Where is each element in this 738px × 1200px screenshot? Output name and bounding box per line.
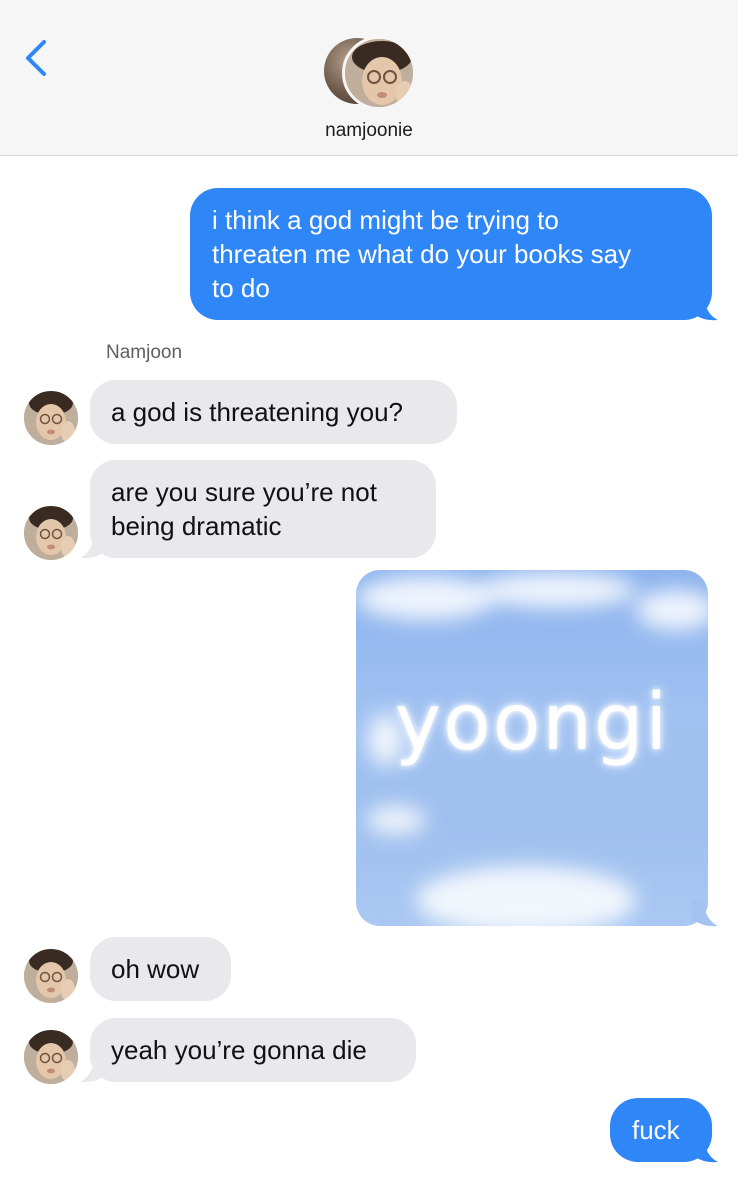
message-text-line: being dramatic <box>111 511 282 541</box>
bubble-tail <box>692 900 718 927</box>
received-message-bubble[interactable]: are you sure you’re not being dramatic <box>90 460 436 558</box>
bubble-tail <box>692 1136 718 1163</box>
message-text-line: to do <box>212 273 270 303</box>
message-text-line: are you sure you’re not <box>111 477 377 507</box>
conversation-header: namjoonie <box>0 0 738 156</box>
bubble-tail <box>80 1056 106 1083</box>
message-text: fuck <box>632 1115 680 1145</box>
avatar <box>24 391 78 445</box>
sent-message-bubble[interactable]: i think a god might be trying to threate… <box>190 188 712 320</box>
avatar <box>342 36 416 110</box>
avatar <box>24 1030 78 1084</box>
message-text: a god is threatening you? <box>111 397 403 427</box>
received-message-bubble[interactable]: a god is threatening you? <box>90 380 457 444</box>
message-text: yeah you’re gonna die <box>111 1035 367 1065</box>
contact-avatar-group[interactable] <box>324 36 416 110</box>
contact-name[interactable]: namjoonie <box>0 120 738 142</box>
image-cloud-text: yoongi <box>394 678 670 768</box>
sender-name-label: Namjoon <box>106 342 183 363</box>
received-message-bubble[interactable]: oh wow <box>90 937 231 1001</box>
message-text: oh wow <box>111 954 200 984</box>
back-button[interactable] <box>20 36 56 80</box>
avatar <box>24 949 78 1003</box>
bubble-tail <box>80 532 106 559</box>
bubble-tail <box>692 294 718 321</box>
chevron-left-icon <box>26 40 46 76</box>
message-text-line: threaten me what do your books say <box>212 239 632 269</box>
received-message-bubble[interactable]: yeah you’re gonna die <box>90 1018 416 1082</box>
sent-image-message[interactable]: yoongi <box>356 570 708 926</box>
message-text-line: i think a god might be trying to <box>212 205 559 235</box>
avatar <box>24 506 78 560</box>
